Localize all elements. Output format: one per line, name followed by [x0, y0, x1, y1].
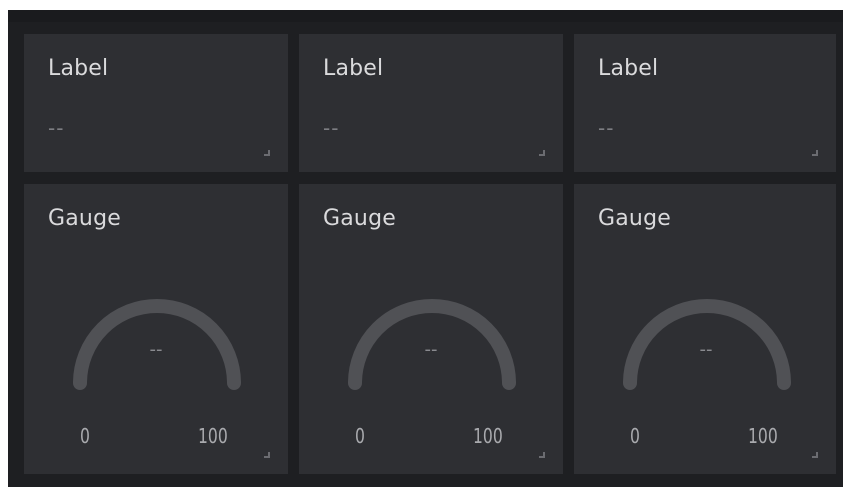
gauge-arc [73, 299, 241, 390]
label-widget-1[interactable]: Label -- [24, 34, 288, 172]
resize-corner-icon[interactable] [264, 452, 270, 458]
label-widget-2[interactable]: Label -- [299, 34, 563, 172]
gauge-min-label: 0 [630, 424, 640, 448]
resize-corner-icon[interactable] [539, 452, 545, 458]
dashboard: Label -- Label -- Label -- Gauge -- 0 10… [0, 0, 843, 493]
widget-title: Gauge [323, 206, 396, 231]
dashboard-canvas: Label -- Label -- Label -- Gauge -- 0 10… [8, 10, 843, 487]
gauge-value: -- [424, 339, 438, 360]
gauge-arc [348, 299, 516, 390]
widget-title: Label [48, 56, 109, 81]
gauge-widget-1[interactable]: Gauge -- 0 100 [24, 184, 288, 474]
gauge-max-label: 100 [198, 424, 228, 448]
gauge-min-label: 0 [80, 424, 90, 448]
label-value: -- [323, 116, 340, 140]
widget-title: Gauge [48, 206, 121, 231]
widget-title: Gauge [598, 206, 671, 231]
resize-corner-icon[interactable] [812, 150, 818, 156]
gauge-max-label: 100 [473, 424, 503, 448]
gauge-min-label: 0 [355, 424, 365, 448]
resize-corner-icon[interactable] [539, 150, 545, 156]
label-value: -- [48, 116, 65, 140]
resize-corner-icon[interactable] [812, 452, 818, 458]
gauge-arc [623, 299, 791, 390]
gauge-widget-2[interactable]: Gauge -- 0 100 [299, 184, 563, 474]
widget-title: Label [323, 56, 384, 81]
gauge-value: -- [699, 339, 713, 360]
gauge-max-label: 100 [748, 424, 778, 448]
gauge-widget-3[interactable]: Gauge -- 0 100 [574, 184, 836, 474]
gauge-value: -- [149, 339, 163, 360]
label-widget-3[interactable]: Label -- [574, 34, 836, 172]
resize-corner-icon[interactable] [264, 150, 270, 156]
widget-title: Label [598, 56, 659, 81]
label-value: -- [598, 116, 615, 140]
